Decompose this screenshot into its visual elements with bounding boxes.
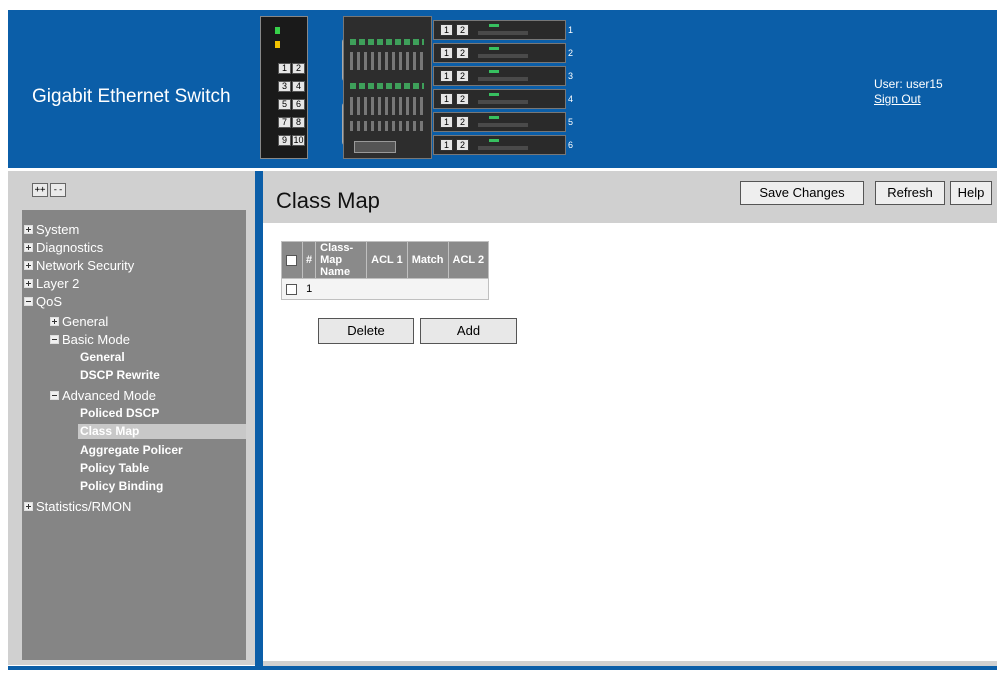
user-name: user15 bbox=[906, 77, 943, 91]
tree-item-policy-binding[interactable]: Policy Binding bbox=[80, 479, 163, 494]
header-banner: Gigabit Ethernet Switch 1 2 3 4 5 6 7 8 … bbox=[8, 10, 997, 168]
status-led-icon bbox=[275, 41, 280, 48]
tree-item-qos-general[interactable]: General bbox=[50, 314, 108, 329]
class-map-table: # Class-Map Name ACL 1 Match ACL 2 1 bbox=[280, 241, 490, 300]
stack-unit: 1 2 4 bbox=[433, 89, 573, 109]
table-row: 1 bbox=[280, 278, 490, 300]
collapse-icon bbox=[50, 335, 59, 344]
tree-item-layer-2[interactable]: Layer 2 bbox=[24, 276, 79, 291]
tree-item-basic-mode[interactable]: Basic Mode bbox=[50, 332, 130, 347]
stack-unit: 1 2 2 bbox=[433, 43, 573, 63]
help-button[interactable]: Help bbox=[950, 181, 992, 205]
stack-units-image: 1 2 1 1 2 2 1 2 3 1 2 4 1 2 5 1 2 6 bbox=[433, 16, 573, 159]
port-icon: 9 bbox=[278, 135, 291, 146]
expand-icon bbox=[24, 261, 33, 270]
nav-tree: System Diagnostics Network Security Laye… bbox=[22, 210, 246, 660]
stack-unit: 1 2 1 bbox=[433, 20, 573, 40]
tree-item-qos[interactable]: QoS bbox=[24, 294, 62, 309]
divider bbox=[255, 171, 263, 666]
port-icon: 6 bbox=[292, 99, 305, 110]
port-icon: 2 bbox=[292, 63, 305, 74]
column-header: Class-Map Name bbox=[315, 241, 368, 279]
port-icon: 1 bbox=[278, 63, 291, 74]
column-header: ACL 2 bbox=[447, 241, 490, 279]
port-icon: 5 bbox=[278, 99, 291, 110]
user-label: User: bbox=[874, 77, 903, 91]
tree-item-aggregate-policer[interactable]: Aggregate Policer bbox=[80, 443, 183, 458]
collapse-all-button[interactable]: -- bbox=[50, 183, 66, 197]
user-info: User: user15 Sign Out bbox=[874, 77, 943, 107]
expand-all-button[interactable]: ++ bbox=[32, 183, 48, 197]
collapse-icon bbox=[50, 391, 59, 400]
port-icon: 4 bbox=[292, 81, 305, 92]
port-icon: 8 bbox=[292, 117, 305, 128]
port-icon: 7 bbox=[278, 117, 291, 128]
expand-icon bbox=[24, 243, 33, 252]
switch-unit-image: 1 2 3 4 5 6 7 8 9 10 bbox=[260, 16, 308, 159]
expand-icon bbox=[24, 502, 33, 511]
tree-toolbar: ++ -- bbox=[8, 171, 255, 208]
table-header-row: # Class-Map Name ACL 1 Match ACL 2 bbox=[281, 241, 490, 279]
stack-unit: 1 2 5 bbox=[433, 112, 573, 132]
chassis-image bbox=[343, 16, 432, 159]
stack-unit: 1 2 6 bbox=[433, 135, 573, 155]
expand-icon bbox=[50, 317, 59, 326]
tree-item-system[interactable]: System bbox=[24, 222, 79, 237]
status-led-icon bbox=[275, 27, 280, 34]
tree-item-diagnostics[interactable]: Diagnostics bbox=[24, 240, 103, 255]
column-header: Match bbox=[406, 241, 449, 279]
tree-item-advanced-mode[interactable]: Advanced Mode bbox=[50, 388, 156, 403]
user-row: User: user15 bbox=[874, 77, 943, 92]
tree-item-class-map[interactable]: Class Map bbox=[78, 424, 246, 439]
tree-item-dscp-rewrite[interactable]: DSCP Rewrite bbox=[80, 368, 160, 383]
refresh-button[interactable]: Refresh bbox=[875, 181, 945, 205]
select-all-header bbox=[281, 241, 303, 279]
collapse-icon bbox=[24, 297, 33, 306]
page-title-bar: Class Map Save Changes Refresh Help bbox=[263, 171, 997, 223]
save-changes-button[interactable]: Save Changes bbox=[740, 181, 864, 205]
app-title: Gigabit Ethernet Switch bbox=[32, 86, 231, 107]
tree-item-network-security[interactable]: Network Security bbox=[24, 258, 134, 273]
tree-item-policy-table[interactable]: Policy Table bbox=[80, 461, 149, 476]
tree-item-policed-dscp[interactable]: Policed DSCP bbox=[80, 406, 159, 421]
tree-item-statistics-rmon[interactable]: Statistics/RMON bbox=[24, 499, 131, 514]
table-cell: 1 bbox=[280, 278, 490, 300]
stack-unit: 1 2 3 bbox=[433, 66, 573, 86]
page-title: Class Map bbox=[276, 188, 380, 213]
add-button[interactable]: Add bbox=[420, 318, 517, 344]
column-header: ACL 1 bbox=[366, 241, 408, 279]
page-footer-strip bbox=[8, 666, 997, 670]
port-icon: 3 bbox=[278, 81, 291, 92]
expand-icon bbox=[24, 225, 33, 234]
select-all-checkbox[interactable] bbox=[286, 254, 297, 266]
port-icon: 10 bbox=[292, 135, 305, 146]
sign-out-link[interactable]: Sign Out bbox=[874, 92, 943, 107]
expand-icon bbox=[24, 279, 33, 288]
row-checkbox[interactable] bbox=[286, 283, 297, 295]
sidebar: System Diagnostics Network Security Laye… bbox=[8, 208, 255, 665]
column-header: # bbox=[301, 241, 317, 279]
tree-item-basic-general[interactable]: General bbox=[80, 350, 125, 365]
row-index: 1 bbox=[306, 283, 313, 295]
delete-button[interactable]: Delete bbox=[318, 318, 414, 344]
